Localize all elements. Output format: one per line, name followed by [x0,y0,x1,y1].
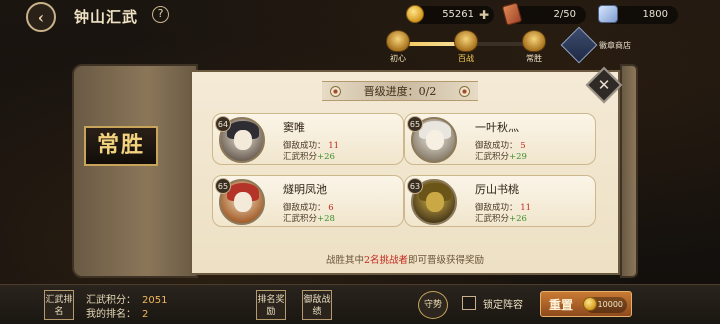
challenger-card[interactable]: 65 一叶秋灬 御敌成功： 5 汇武积分+29 [404,113,596,165]
defense-record-button[interactable]: 御敌战绩 [302,290,332,320]
level-badge: 64 [215,116,231,132]
panel-frame-right [620,64,638,278]
level-badge: 65 [215,178,231,194]
gem-value: 1800 [642,9,668,20]
ranking-reward-button[interactable]: 排名奖励 [256,290,286,320]
challenger-card[interactable]: 64 窦唯 御敌成功： 11 汇武积分+26 [212,113,404,165]
tier-bowl-icon [522,30,546,52]
ranking-button[interactable]: 汇武排名 [44,290,74,320]
coin-icon [406,5,424,23]
challenger-card[interactable]: 63 厉山书桃 御敌成功： 11 汇武积分+26 [404,175,596,227]
ticket-icon [501,2,523,26]
promotion-progress-text: 晋级进度：0/2 [363,85,437,98]
ornament-icon [459,86,470,97]
guard-button[interactable]: 守势 [418,291,448,319]
badge-shop-label[interactable]: 徽章商店 [599,40,631,51]
score-stat: 汇武积分+26 [475,214,527,224]
tier-label: 百战 [458,54,474,63]
challenger-name: 厉山书桃 [475,183,519,196]
top-bar: ‹ 钟山汇武 ? 55261 ✚ 2/50 1800 [0,0,720,32]
lock-lineup-label[interactable]: 锁定阵容 [483,296,523,311]
tier-label: 初心 [390,54,406,63]
gem-resource: 1800 [598,5,678,24]
gem-icon [598,5,618,23]
ornament-icon [330,86,341,97]
score-stat: 汇武积分+28 [283,214,335,224]
level-badge: 65 [407,116,423,132]
ticket-value: 2/50 [553,9,576,20]
promotion-progress: 晋级进度：0/2 [322,81,478,101]
coin-resource: 55261 ✚ [406,5,494,24]
rank-plate: 常胜 [84,126,158,166]
reset-button[interactable]: 重置 10000 [540,291,632,317]
help-icon[interactable]: ? [152,6,169,23]
add-coin-button[interactable]: ✚ [479,6,489,24]
tier-veteran[interactable]: 百战 [450,30,482,64]
challenger-name: 窦唯 [283,121,305,134]
ticket-resource: 2/50 [501,2,586,26]
reset-label: 重置 [549,298,574,312]
tier-label: 常胜 [526,54,542,63]
page-title: 钟山汇武 [74,8,139,26]
coin-icon [583,297,597,311]
challenger-name: 一叶秋灬 [475,121,519,134]
score-stat: 汇武积分+29 [475,152,527,162]
challenger-name: 燧明凤池 [283,183,327,196]
tier-bowl-icon [386,30,410,52]
score-info: 汇武积分： 2051 [86,295,168,306]
tier-progress: 初心 百战 常胜 [378,30,558,64]
coin-value: 55261 [442,9,474,20]
challenger-card[interactable]: 65 燧明凤池 御敌成功： 6 汇武积分+28 [212,175,404,227]
tier-champion[interactable]: 常胜 [518,30,550,64]
close-icon: ✕ [597,76,611,94]
lock-lineup-checkbox[interactable] [462,296,476,310]
back-button[interactable]: ‹ [26,2,56,32]
back-arrow-icon: ‹ [37,7,45,27]
tier-bowl-icon [454,30,478,52]
tier-beginner[interactable]: 初心 [382,30,414,64]
level-badge: 63 [407,178,423,194]
panel-frame-left [72,64,198,278]
promotion-hint: 战胜其中2名挑战者即可晋级获得奖励 [325,255,485,266]
score-stat: 汇武积分+26 [283,152,335,162]
my-rank-info: 我的排名： 2 [86,309,149,320]
